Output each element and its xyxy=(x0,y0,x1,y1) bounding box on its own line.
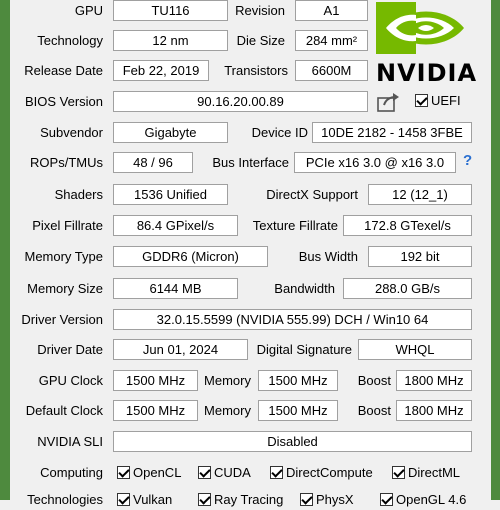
window-accent-right xyxy=(491,0,500,500)
technology-label: Technology xyxy=(37,33,103,48)
gpu-memory-label: Memory xyxy=(204,373,251,388)
release-date-label: Release Date xyxy=(24,63,103,78)
directx-support-field[interactable]: 12 (12_1) xyxy=(368,184,472,205)
default-boost-field[interactable]: 1800 MHz xyxy=(396,400,472,421)
gpu-label: GPU xyxy=(74,3,103,18)
memory-size-field[interactable]: 6144 MB xyxy=(113,278,238,299)
checkbox-checked-icon xyxy=(392,466,405,479)
directcompute-checkbox[interactable]: DirectCompute xyxy=(270,463,373,483)
nvidia-wordmark: NVIDIA xyxy=(376,59,478,87)
uefi-checkbox[interactable]: UEFI xyxy=(415,91,461,111)
bus-width-field[interactable]: 192 bit xyxy=(368,246,472,267)
vulkan-checkbox[interactable]: Vulkan xyxy=(117,490,172,510)
directx-support-label: DirectX Support xyxy=(266,187,358,202)
transistors-label: Transistors xyxy=(224,63,288,78)
bios-version-field[interactable]: 90.16.20.00.89 xyxy=(113,91,368,112)
share-icon[interactable] xyxy=(377,91,401,113)
bandwidth-label: Bandwidth xyxy=(274,281,335,296)
transistors-field[interactable]: 6600M xyxy=(295,60,368,81)
revision-field[interactable]: A1 xyxy=(295,0,368,21)
directml-label: DirectML xyxy=(408,465,461,480)
checkbox-checked-icon xyxy=(117,466,130,479)
gpu-boost-field[interactable]: 1800 MHz xyxy=(396,370,472,391)
driver-date-label: Driver Date xyxy=(37,342,103,357)
checkbox-checked-icon xyxy=(415,94,428,107)
default-memory-field[interactable]: 1500 MHz xyxy=(258,400,338,421)
cuda-checkbox[interactable]: CUDA xyxy=(198,463,251,483)
help-icon[interactable]: ? xyxy=(463,152,472,169)
nvidia-logo: NVIDIA xyxy=(376,2,478,87)
technology-field[interactable]: 12 nm xyxy=(113,30,228,51)
rops-tmus-field[interactable]: 48 / 96 xyxy=(113,152,193,173)
physx-checkbox[interactable]: PhysX xyxy=(300,490,354,510)
directml-checkbox[interactable]: DirectML xyxy=(392,463,460,483)
bios-version-label: BIOS Version xyxy=(24,94,103,109)
rops-tmus-label: ROPs/TMUs xyxy=(30,155,103,170)
bus-interface-label: Bus Interface xyxy=(212,155,289,170)
gpu-clock-field[interactable]: 1500 MHz xyxy=(113,370,198,391)
subvendor-label: Subvendor xyxy=(40,125,103,140)
nvidia-sli-label: NVIDIA SLI xyxy=(37,434,103,449)
memory-type-field[interactable]: GDDR6 (Micron) xyxy=(113,246,268,267)
technologies-label: Technologies xyxy=(27,492,103,507)
nvidia-eye-icon xyxy=(376,2,464,54)
cuda-label: CUDA xyxy=(214,465,251,480)
default-memory-label: Memory xyxy=(204,403,251,418)
opencl-label: OpenCL xyxy=(133,465,182,480)
directcompute-label: DirectCompute xyxy=(286,465,373,480)
shaders-label: Shaders xyxy=(54,187,103,202)
subvendor-field[interactable]: Gigabyte xyxy=(113,122,228,143)
memory-size-label: Memory Size xyxy=(27,281,103,296)
memory-type-label: Memory Type xyxy=(24,249,103,264)
ray-tracing-checkbox[interactable]: Ray Tracing xyxy=(198,490,283,510)
default-clock-label: Default Clock xyxy=(25,403,103,418)
driver-date-field[interactable]: Jun 01, 2024 xyxy=(113,339,248,360)
driver-version-label: Driver Version xyxy=(21,312,103,327)
release-date-field[interactable]: Feb 22, 2019 xyxy=(113,60,209,81)
device-id-label: Device ID xyxy=(251,125,308,140)
pixel-fillrate-field[interactable]: 86.4 GPixel/s xyxy=(113,215,238,236)
checkbox-checked-icon xyxy=(270,466,283,479)
window-accent-left xyxy=(0,0,10,500)
digital-signature-field[interactable]: WHQL xyxy=(358,339,472,360)
computing-label: Computing xyxy=(40,465,103,480)
uefi-label: UEFI xyxy=(431,93,461,108)
texture-fillrate-field[interactable]: 172.8 GTexel/s xyxy=(343,215,472,236)
pixel-fillrate-label: Pixel Fillrate xyxy=(32,218,103,233)
gpu-boost-label: Boost xyxy=(357,373,391,388)
default-clock-field[interactable]: 1500 MHz xyxy=(113,400,198,421)
gpu-clock-label: GPU Clock xyxy=(38,373,103,388)
digital-signature-label: Digital Signature xyxy=(256,342,352,357)
opencl-checkbox[interactable]: OpenCL xyxy=(117,463,181,483)
die-size-field[interactable]: 284 mm² xyxy=(295,30,368,51)
gpu-memory-field[interactable]: 1500 MHz xyxy=(258,370,338,391)
texture-fillrate-label: Texture Fillrate xyxy=(252,218,338,233)
device-id-field[interactable]: 10DE 2182 - 1458 3FBE xyxy=(312,122,472,143)
revision-label: Revision xyxy=(235,3,285,18)
bandwidth-field[interactable]: 288.0 GB/s xyxy=(343,278,472,299)
checkbox-checked-icon xyxy=(198,466,211,479)
die-size-label: Die Size xyxy=(236,33,285,48)
nvidia-sli-field[interactable]: Disabled xyxy=(113,431,472,452)
default-boost-label: Boost xyxy=(357,403,391,418)
driver-version-field[interactable]: 32.0.15.5599 (NVIDIA 555.99) DCH / Win10… xyxy=(113,309,472,330)
opengl-checkbox[interactable]: OpenGL 4.6 xyxy=(380,490,466,510)
bus-interface-field[interactable]: PCIe x16 3.0 @ x16 3.0 xyxy=(294,152,456,173)
bus-width-label: Bus Width xyxy=(298,249,358,264)
shaders-field[interactable]: 1536 Unified xyxy=(113,184,228,205)
gpu-field[interactable]: TU116 xyxy=(113,0,228,21)
